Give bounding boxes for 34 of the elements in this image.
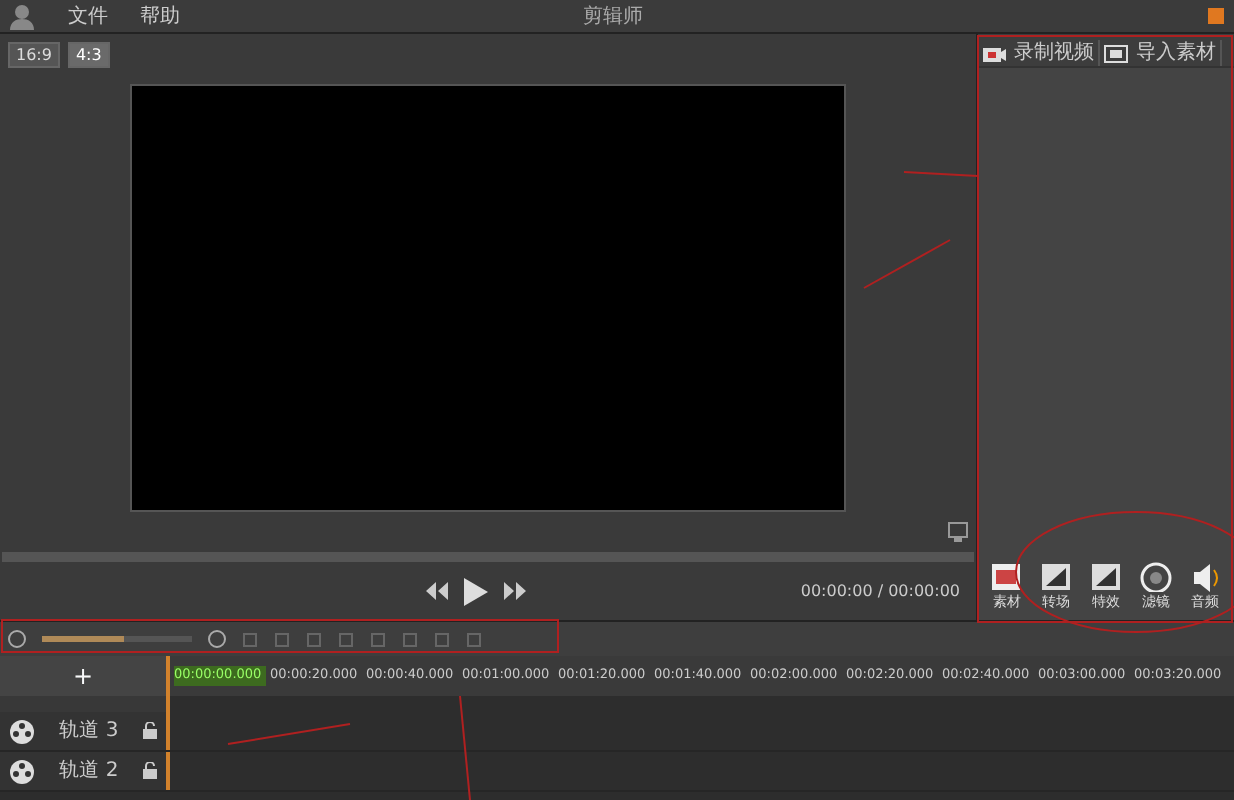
menu-item[interactable]: 文件 bbox=[68, 1, 108, 31]
ring-icon bbox=[1139, 561, 1172, 591]
track-name: 轨道 3 bbox=[57, 717, 121, 746]
time-display: 00:00:00 / 00:00:00 bbox=[800, 579, 960, 603]
zoom-slider[interactable] bbox=[42, 636, 192, 642]
lock-icon[interactable] bbox=[142, 762, 158, 780]
rewind-icon[interactable] bbox=[426, 582, 448, 600]
frame-icon bbox=[1040, 561, 1073, 591]
side-tab[interactable]: 导入素材 bbox=[1100, 40, 1222, 66]
menu-item[interactable]: 帮助 bbox=[140, 1, 180, 31]
folder-icon bbox=[1104, 43, 1128, 63]
add-track-button[interactable]: + bbox=[72, 658, 94, 694]
play-icon[interactable] bbox=[464, 577, 488, 605]
track-name: 轨道 2 bbox=[57, 757, 121, 786]
photo-icon bbox=[990, 561, 1023, 591]
fullscreen-icon[interactable] bbox=[948, 522, 968, 542]
ratio-button[interactable]: 16:9 bbox=[8, 42, 60, 68]
film-reel-icon bbox=[8, 717, 36, 745]
lock-icon[interactable] bbox=[142, 722, 158, 740]
window-title: 剪辑师 bbox=[581, 3, 645, 31]
avatar-icon bbox=[8, 2, 36, 30]
fast-forward-icon[interactable] bbox=[504, 582, 526, 600]
annotation-line bbox=[227, 723, 351, 745]
side-tab-label: 录制视频 bbox=[1014, 39, 1094, 68]
side-tab[interactable]: 录制视频 bbox=[978, 40, 1100, 66]
annotation-line bbox=[903, 171, 979, 177]
film-reel-icon bbox=[8, 757, 36, 785]
frame-icon bbox=[1089, 561, 1122, 591]
side-tab-label: 导入素材 bbox=[1136, 39, 1216, 68]
annotation-line bbox=[459, 695, 471, 800]
camera-icon bbox=[982, 43, 1006, 63]
annotation-line bbox=[863, 239, 951, 289]
speaker-icon bbox=[1189, 561, 1222, 591]
ratio-button[interactable]: 4:3 bbox=[67, 42, 110, 68]
